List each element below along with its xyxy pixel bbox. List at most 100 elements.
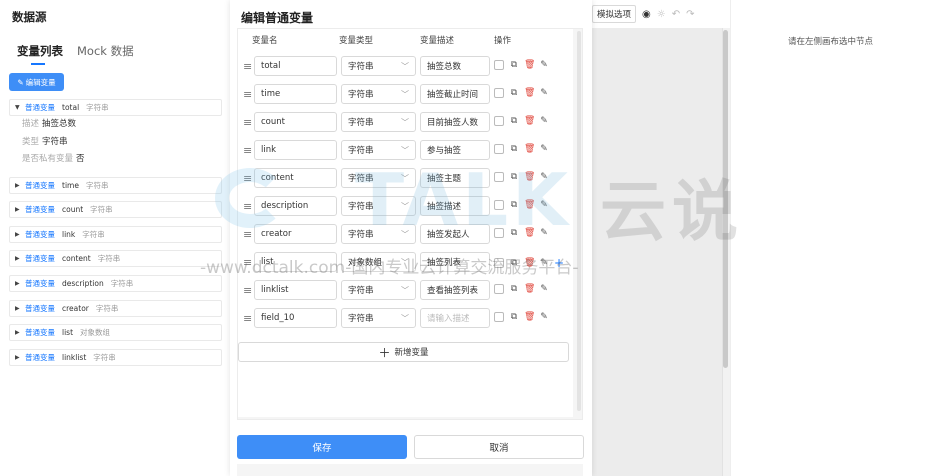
delete-icon[interactable]: 🗑 (524, 312, 535, 322)
drag-handle-icon[interactable]: ≡ (243, 312, 252, 325)
edit-icon[interactable]: ✎ (539, 228, 549, 238)
delete-icon[interactable]: 🗑 (524, 228, 535, 238)
variable-item-header[interactable]: ▼ 普通变量 total 字符串 (9, 99, 222, 116)
delete-icon[interactable]: 🗑 (524, 200, 535, 210)
copy-icon[interactable]: ⧉ (509, 144, 519, 154)
sun-icon[interactable]: ☼ (657, 9, 666, 20)
copy-icon[interactable]: ⧉ (509, 258, 519, 268)
delete-icon[interactable]: 🗑 (524, 116, 535, 126)
edit-icon[interactable]: ✎ (539, 144, 549, 154)
variable-item-header[interactable]: ▶ 普通变量 description 字符串 (9, 274, 222, 292)
caret-right-icon[interactable]: ▶ (15, 182, 25, 189)
caret-down-icon[interactable]: ▼ (15, 104, 25, 111)
drag-handle-icon[interactable]: ≡ (243, 172, 252, 185)
edit-icon[interactable]: ✎ (539, 258, 549, 268)
redo-icon[interactable]: ↷ (686, 9, 694, 20)
variable-name-input[interactable]: total (254, 56, 337, 76)
edit-icon[interactable]: ✎ (539, 116, 549, 126)
copy-icon[interactable]: ⧉ (509, 312, 519, 322)
variable-type-select[interactable]: 字符串 ﹀ (341, 84, 416, 104)
caret-right-icon[interactable]: ▶ (15, 354, 25, 361)
copy-icon[interactable]: ⧉ (509, 116, 519, 126)
private-checkbox[interactable] (494, 284, 504, 294)
tab-variable-list[interactable]: 变量列表 (17, 43, 63, 59)
variable-item-header[interactable]: ▶ 普通变量 list 对象数组 (9, 324, 222, 342)
variable-name-input[interactable]: count (254, 112, 337, 132)
drag-handle-icon[interactable]: ≡ (243, 284, 252, 297)
private-checkbox[interactable] (494, 144, 504, 154)
save-button[interactable]: 保存 (237, 435, 407, 459)
variable-type-select[interactable]: 字符串 ﹀ (341, 140, 416, 160)
variable-desc-input[interactable]: 目前抽签人数 (420, 112, 490, 132)
variable-item-header[interactable]: ▶ 普通变量 linklist 字符串 (9, 348, 222, 366)
variable-name-input[interactable]: field_10 (254, 308, 337, 328)
variable-type-select[interactable]: 字符串 ﹀ (341, 168, 416, 188)
add-variable-button[interactable]: ＋ 新增变量 (238, 342, 569, 362)
private-checkbox[interactable] (494, 200, 504, 210)
copy-icon[interactable]: ⧉ (509, 284, 519, 294)
variable-name-input[interactable]: description (254, 196, 337, 216)
variable-item-header[interactable]: ▶ 普通变量 content 字符串 (9, 250, 222, 268)
caret-right-icon[interactable]: ▶ (15, 329, 25, 336)
add-child-icon[interactable]: + (554, 256, 564, 270)
drag-handle-icon[interactable]: ≡ (243, 228, 252, 241)
delete-icon[interactable]: 🗑 (524, 144, 535, 154)
copy-icon[interactable]: ⧉ (509, 172, 519, 182)
private-checkbox[interactable] (494, 116, 504, 126)
canvas-area[interactable] (592, 28, 722, 476)
drag-handle-icon[interactable]: ≡ (243, 144, 252, 157)
drag-handle-icon[interactable]: ≡ (243, 116, 252, 129)
caret-right-icon[interactable]: ▶ (15, 255, 25, 262)
caret-right-icon[interactable]: ▶ (15, 231, 25, 238)
variable-item-header[interactable]: ▶ 普通变量 count 字符串 (9, 201, 222, 219)
variable-item-header[interactable]: ▶ 普通变量 link 字符串 (9, 225, 222, 243)
mock-options-button[interactable]: 模拟选项 (592, 5, 637, 23)
edit-icon[interactable]: ✎ (539, 60, 549, 70)
variable-type-select[interactable]: 字符串 ﹀ (341, 308, 416, 328)
variable-type-select[interactable]: 对象数组 ﹀ (341, 252, 416, 272)
caret-right-icon[interactable]: ▶ (15, 280, 25, 287)
copy-icon[interactable]: ⧉ (509, 88, 519, 98)
variable-type-select[interactable]: 字符串 ﹀ (341, 224, 416, 244)
modal-scrollbar[interactable] (577, 31, 581, 411)
edit-variables-button[interactable]: ✎ 编辑变量 (9, 73, 64, 91)
variable-desc-input[interactable]: 抽签列表 (420, 252, 490, 272)
private-checkbox[interactable] (494, 258, 504, 268)
copy-icon[interactable]: ⧉ (509, 60, 519, 70)
variable-desc-input[interactable]: 抽签总数 (420, 56, 490, 76)
private-checkbox[interactable] (494, 312, 504, 322)
drag-handle-icon[interactable]: ≡ (243, 88, 252, 101)
drag-handle-icon[interactable]: ≡ (243, 200, 252, 213)
variable-type-select[interactable]: 字符串 ﹀ (341, 196, 416, 216)
variable-name-input[interactable]: link (254, 140, 337, 160)
variable-type-select[interactable]: 字符串 ﹀ (341, 56, 416, 76)
copy-icon[interactable]: ⧉ (509, 228, 519, 238)
cancel-button[interactable]: 取消 (414, 435, 584, 459)
variable-item-header[interactable]: ▶ 普通变量 time 字符串 (9, 176, 222, 194)
tab-mock-data[interactable]: Mock 数据 (77, 43, 134, 59)
caret-right-icon[interactable]: ▶ (15, 305, 25, 312)
variable-name-input[interactable]: linklist (254, 280, 337, 300)
variable-desc-input[interactable]: 抽签发起人 (420, 224, 490, 244)
whatsapp-icon[interactable]: ◉ (642, 9, 651, 20)
private-checkbox[interactable] (494, 172, 504, 182)
delete-icon[interactable]: 🗑 (524, 258, 535, 268)
private-checkbox[interactable] (494, 88, 504, 98)
variable-name-input[interactable]: list (254, 252, 337, 272)
delete-icon[interactable]: 🗑 (524, 60, 535, 70)
variable-desc-input[interactable]: 参与抽签 (420, 140, 490, 160)
variable-type-select[interactable]: 字符串 ﹀ (341, 280, 416, 300)
drag-handle-icon[interactable]: ≡ (243, 60, 252, 73)
variable-name-input[interactable]: time (254, 84, 337, 104)
variable-desc-input[interactable]: 抽签截止时间 (420, 84, 490, 104)
variable-name-input[interactable]: content (254, 168, 337, 188)
delete-icon[interactable]: 🗑 (524, 284, 535, 294)
edit-icon[interactable]: ✎ (539, 200, 549, 210)
variable-desc-input[interactable]: 抽签主题 (420, 168, 490, 188)
canvas-scrollbar-thumb[interactable] (723, 30, 728, 368)
edit-icon[interactable]: ✎ (539, 172, 549, 182)
private-checkbox[interactable] (494, 60, 504, 70)
variable-desc-input[interactable]: 抽签描述 (420, 196, 490, 216)
copy-icon[interactable]: ⧉ (509, 200, 519, 210)
edit-icon[interactable]: ✎ (539, 284, 549, 294)
